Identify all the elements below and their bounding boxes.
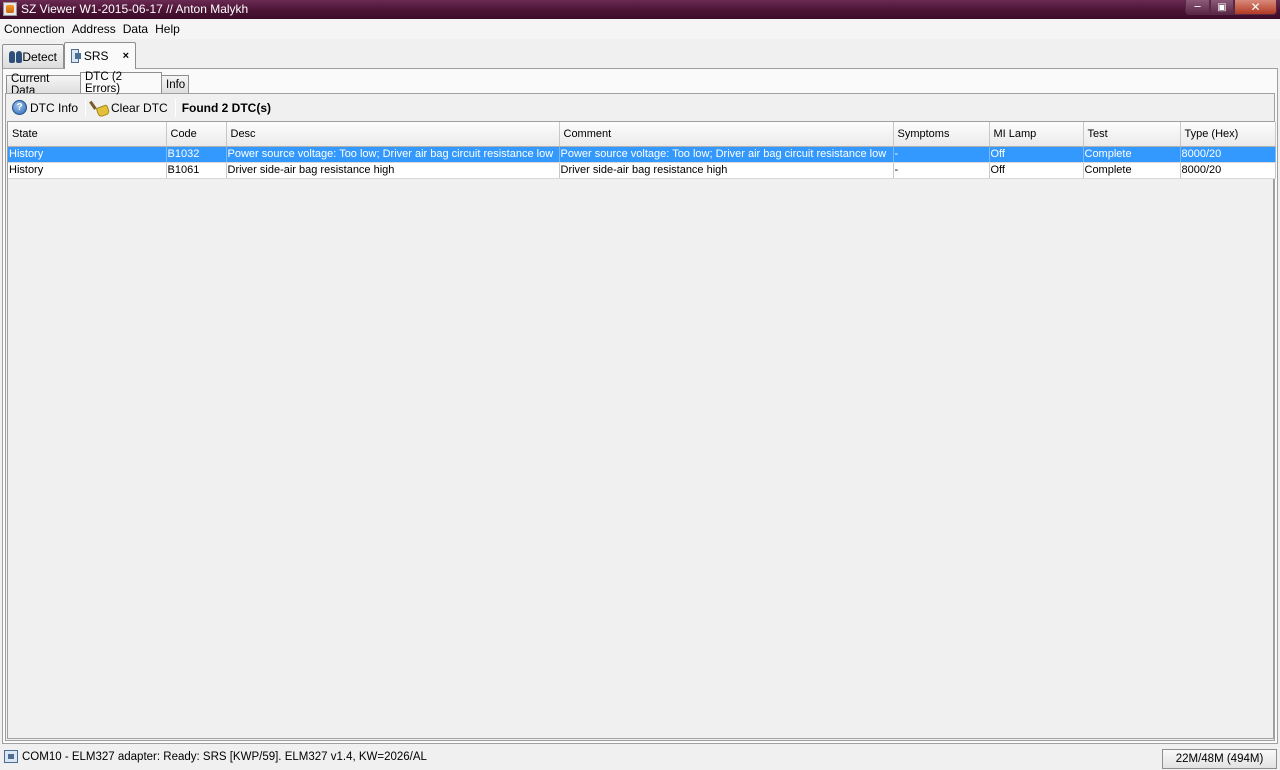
footprints-icon: [9, 50, 23, 64]
clear-dtc-label: Clear DTC: [111, 100, 168, 115]
toolbar-separator: [174, 98, 176, 117]
status-bar: COM10 - ELM327 adapter: Ready: SRS [KWP/…: [0, 747, 1280, 770]
menu-connection[interactable]: Connection: [4, 22, 65, 36]
close-window-button[interactable]: ✕: [1234, 0, 1277, 15]
toolbar-separator: [85, 98, 87, 117]
tab-detect-label: Detect: [22, 49, 57, 64]
tab-dtc[interactable]: DTC (2 Errors): [80, 71, 162, 95]
table-header: State Code Desc Comment Symptoms MI Lamp…: [8, 122, 1276, 147]
table-row[interactable]: History B1032 Power source voltage: Too …: [8, 146, 1276, 163]
clear-dtc-button[interactable]: Clear DTC: [90, 97, 171, 119]
dtc-content: ? DTC Info Clear DTC Found 2 DTC(s) Stat…: [5, 93, 1276, 741]
column-header[interactable]: Symptoms: [893, 122, 990, 147]
column-header[interactable]: State: [8, 122, 167, 147]
title-bar: SZ Viewer W1-2015-06-17 // Anton Malykh …: [0, 0, 1280, 19]
table-cell: Off: [989, 162, 1084, 179]
table-cell: History: [8, 162, 167, 179]
broom-icon: [93, 100, 108, 115]
table-cell: History: [8, 146, 167, 163]
table-cell: Driver side-air bag resistance high: [559, 162, 894, 179]
sub-tab-bar: Current Data DTC (2 Errors) Info: [6, 71, 1274, 97]
minimize-button[interactable]: ─: [1185, 0, 1210, 15]
table-cell: 8000/20: [1180, 162, 1276, 179]
dtc-info-label: DTC Info: [30, 100, 79, 115]
dtc-table: State Code Desc Comment Symptoms MI Lamp…: [8, 122, 1276, 179]
close-tab-icon[interactable]: ×: [123, 50, 129, 62]
help-icon: ?: [12, 100, 27, 115]
menu-address[interactable]: Address: [72, 22, 116, 36]
tab-detect[interactable]: Detect: [2, 44, 64, 68]
table-cell: Power source voltage: Too low; Driver ai…: [559, 146, 894, 163]
dtc-info-button[interactable]: ? DTC Info: [9, 97, 81, 119]
tab-info[interactable]: Info: [161, 75, 189, 93]
table-cell: B1032: [166, 146, 227, 163]
window-title: SZ Viewer W1-2015-06-17 // Anton Malykh: [21, 2, 249, 16]
dtc-toolbar: ? DTC Info Clear DTC Found 2 DTC(s): [6, 94, 1274, 121]
table-cell: Off: [989, 146, 1084, 163]
found-count-label: Found 2 DTC(s): [181, 100, 272, 115]
table-cell: Driver side-air bag resistance high: [226, 162, 560, 179]
tab-srs[interactable]: SRS ×: [64, 42, 136, 69]
module-icon: [71, 49, 81, 63]
column-header[interactable]: Comment: [559, 122, 894, 147]
window-controls: ─ ▣ ✕: [1185, 0, 1277, 17]
table-cell: -: [893, 162, 990, 179]
tab-srs-label: SRS: [83, 49, 109, 63]
menu-help[interactable]: Help: [155, 22, 180, 36]
column-header[interactable]: Type (Hex): [1180, 122, 1276, 147]
table-cell: Complete: [1083, 146, 1181, 163]
table-cell: -: [893, 146, 990, 163]
tab-current-data[interactable]: Current Data: [6, 73, 81, 97]
connection-icon: [4, 750, 18, 763]
table-row[interactable]: History B1061 Driver side-air bag resist…: [8, 162, 1276, 179]
maximize-button[interactable]: ▣: [1210, 0, 1234, 15]
memory-gc-button[interactable]: 22M/48M (494M): [1162, 749, 1277, 769]
menu-bar: Connection Address Data Help: [0, 19, 1280, 39]
menu-data[interactable]: Data: [123, 22, 148, 36]
dtc-table-container[interactable]: State Code Desc Comment Symptoms MI Lamp…: [7, 121, 1276, 739]
top-tab-bar: Detect SRS ×: [0, 40, 1280, 69]
table-cell: Complete: [1083, 162, 1181, 179]
table-cell: B1061: [166, 162, 227, 179]
table-cell: Power source voltage: Too low; Driver ai…: [226, 146, 560, 163]
column-header[interactable]: Desc: [226, 122, 560, 147]
column-header[interactable]: MI Lamp: [989, 122, 1084, 147]
column-header[interactable]: Test: [1083, 122, 1181, 147]
status-text: COM10 - ELM327 adapter: Ready: SRS [KWP/…: [22, 751, 427, 763]
table-cell: 8000/20: [1180, 146, 1276, 163]
java-app-icon: [3, 2, 17, 16]
column-header[interactable]: Code: [166, 122, 227, 147]
srs-panel: Current Data DTC (2 Errors) Info ? DTC I…: [2, 68, 1278, 744]
